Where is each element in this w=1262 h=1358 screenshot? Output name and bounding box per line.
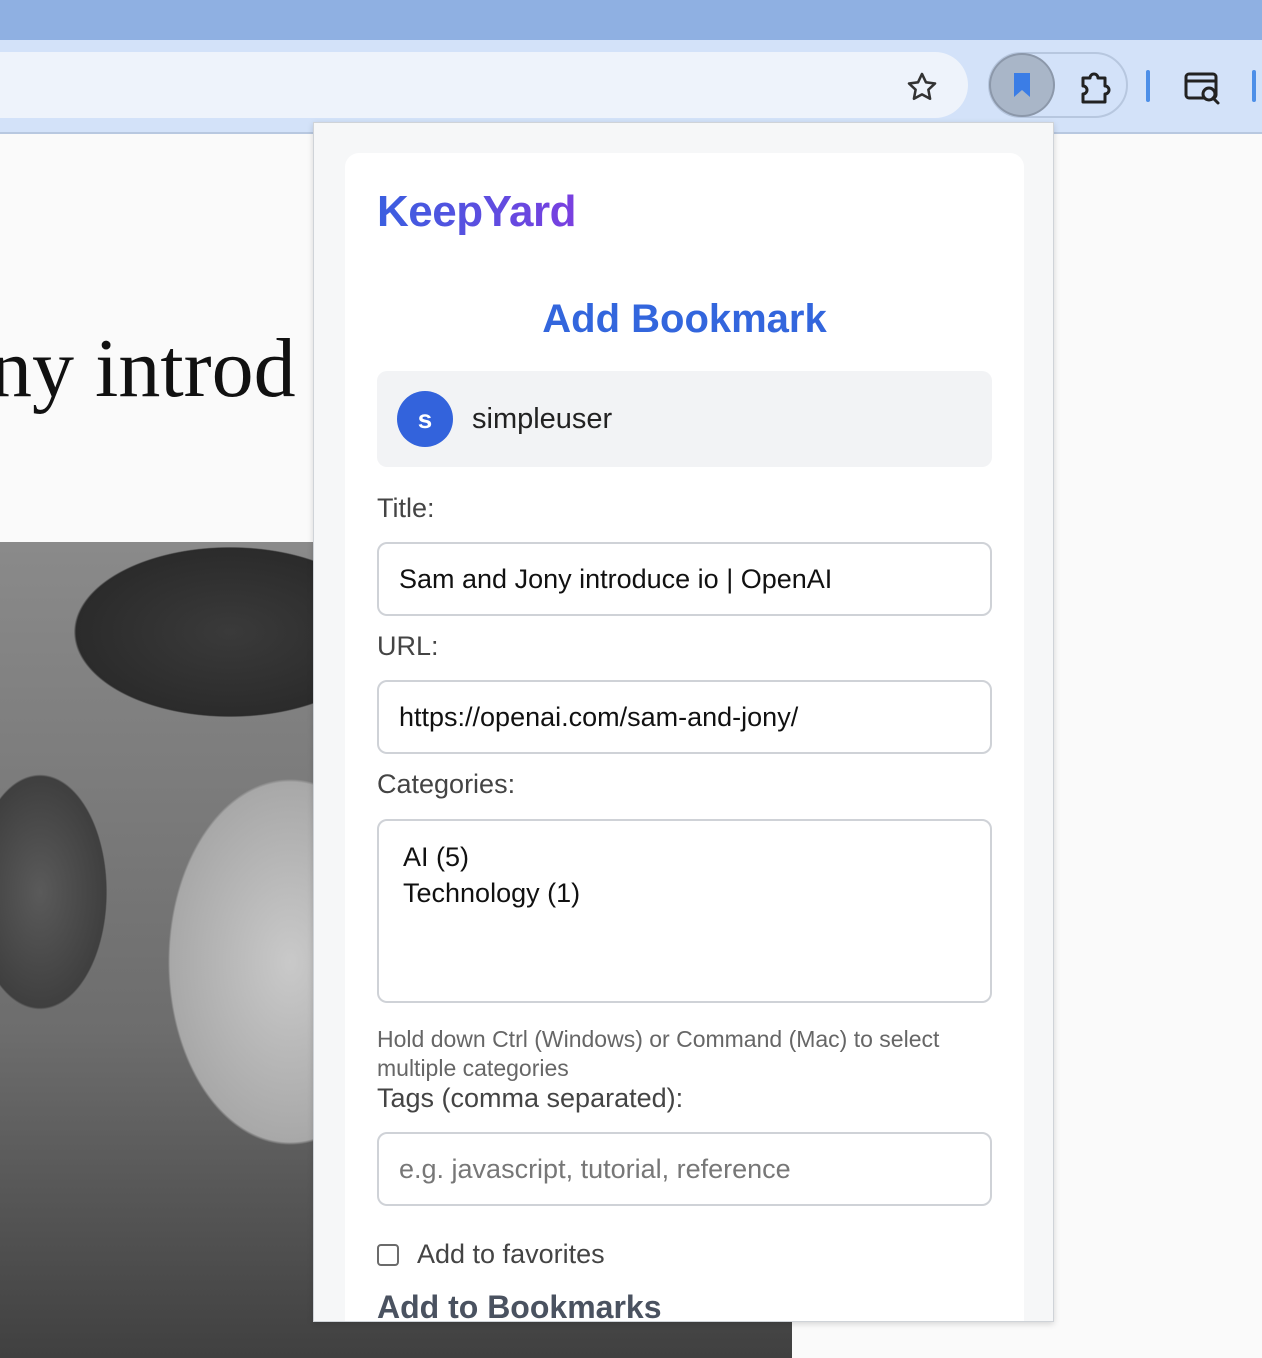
address-bar[interactable]	[0, 52, 968, 118]
star-icon[interactable]	[900, 65, 944, 109]
user-info: s simpleuser	[377, 371, 992, 467]
category-option[interactable]: AI (5)	[403, 839, 966, 875]
url-label: URL:	[377, 631, 439, 661]
bookmark-icon[interactable]	[989, 53, 1055, 117]
categories-label: Categories:	[377, 769, 516, 799]
page-headline: ny introd	[0, 322, 296, 415]
categories-hint: Hold down Ctrl (Windows) or Command (Mac…	[377, 1026, 940, 1081]
brand-logo: KeepYard	[377, 187, 576, 236]
url-input[interactable]	[377, 680, 992, 754]
popup-heading: Add Bookmark	[542, 297, 827, 341]
categories-select[interactable]: AI (5) Technology (1)	[377, 819, 992, 1003]
favorites-row[interactable]: Add to favorites	[377, 1239, 605, 1270]
tags-label: Tags (comma separated):	[377, 1083, 684, 1113]
toolbar-separator	[1146, 70, 1150, 102]
category-option[interactable]: Technology (1)	[403, 875, 966, 911]
extension-popup: KeepYard Add Bookmark s simpleuser Title…	[313, 122, 1054, 1322]
toolbar-separator	[1252, 70, 1256, 102]
puzzle-icon[interactable]	[1074, 66, 1118, 110]
title-label: Title:	[377, 493, 435, 523]
tags-input[interactable]	[377, 1132, 992, 1206]
favorites-label: Add to favorites	[417, 1239, 605, 1269]
favorites-checkbox[interactable]	[377, 1243, 399, 1266]
browser-toolbar	[0, 40, 1262, 134]
tab-strip	[0, 0, 1262, 40]
title-input[interactable]	[377, 542, 992, 616]
add-to-bookmarks-button[interactable]: Add to Bookmarks	[377, 1289, 661, 1321]
username: simpleuser	[472, 403, 613, 435]
popup-card: KeepYard Add Bookmark s simpleuser Title…	[345, 153, 1024, 1321]
tab-search-icon[interactable]	[1180, 66, 1224, 110]
avatar: s	[397, 391, 453, 447]
